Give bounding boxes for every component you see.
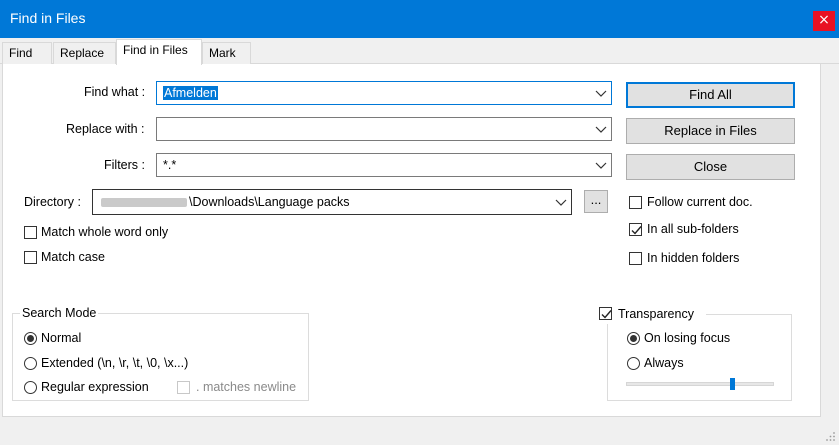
find-what-combobox[interactable]: Afmelden [156, 81, 612, 105]
in-all-subfolders-label: In all sub-folders [647, 222, 739, 236]
in-hidden-folders-checkbox[interactable] [629, 252, 642, 265]
on-losing-focus-label: On losing focus [644, 331, 731, 345]
match-case-checkbox[interactable] [24, 251, 37, 264]
follow-current-doc-checkbox[interactable] [629, 196, 642, 209]
close-window-button[interactable]: × [813, 11, 835, 31]
filters-label: Filters : [104, 158, 145, 172]
directory-label: Directory : [24, 195, 81, 209]
transparency-checkbox[interactable] [599, 307, 612, 320]
search-mode-title: Search Mode [20, 306, 99, 320]
tab-strip: Find Replace Find in Files Mark [0, 38, 839, 65]
match-whole-word-checkbox[interactable] [24, 226, 37, 239]
extended-radio[interactable] [24, 357, 37, 370]
find-what-value: Afmelden [163, 86, 218, 100]
find-what-label: Find what : [84, 85, 146, 99]
browse-directory-button[interactable]: ... [584, 190, 608, 213]
match-whole-word-label: Match whole word only [41, 225, 169, 239]
filters-value: *.* [163, 158, 177, 172]
transparency-header: Transparency [596, 306, 706, 324]
tab-find-in-files[interactable]: Find in Files [116, 39, 202, 65]
resize-grip-icon[interactable] [825, 431, 835, 441]
checkmark-icon [601, 310, 612, 319]
directory-value: \Downloads\Language packs [189, 195, 350, 209]
normal-radio[interactable] [24, 332, 37, 345]
regex-radio[interactable] [24, 381, 37, 394]
redacted-path [101, 198, 187, 207]
radio-dot-icon [27, 335, 34, 342]
replace-with-combobox[interactable] [156, 117, 612, 141]
always-label: Always [644, 356, 684, 370]
matches-newline-label: . matches newline [196, 380, 297, 394]
on-losing-focus-radio[interactable] [627, 332, 640, 345]
tab-replace[interactable]: Replace [53, 42, 116, 64]
always-radio[interactable] [627, 357, 640, 370]
in-all-subfolders-checkbox[interactable] [629, 223, 642, 236]
chevron-down-icon[interactable] [593, 121, 609, 137]
transparency-label: Transparency [618, 307, 694, 321]
normal-label: Normal [41, 331, 82, 345]
replace-with-label: Replace with : [66, 122, 145, 136]
transparency-slider[interactable] [626, 382, 774, 386]
chevron-down-icon[interactable] [593, 157, 609, 173]
title-bar: Find in Files × [0, 0, 839, 38]
directory-combobox[interactable]: \Downloads\Language packs [92, 189, 572, 215]
matches-newline-checkbox[interactable] [177, 381, 190, 394]
find-all-button[interactable]: Find All [626, 82, 795, 108]
transparency-slider-thumb[interactable] [730, 378, 736, 390]
follow-current-doc-label: Follow current doc. [647, 195, 753, 209]
close-icon: × [818, 12, 830, 28]
filters-combobox[interactable]: *.* [156, 153, 612, 177]
checkmark-icon [631, 226, 642, 235]
close-button[interactable]: Close [626, 154, 795, 180]
in-hidden-folders-label: In hidden folders [647, 251, 740, 265]
regex-label: Regular expression [41, 380, 149, 394]
tab-find[interactable]: Find [2, 42, 52, 64]
radio-dot-icon [630, 335, 637, 342]
chevron-down-icon[interactable] [553, 194, 569, 210]
extended-label: Extended (\n, \r, \t, \0, \x...) [41, 356, 189, 370]
chevron-down-icon[interactable] [593, 85, 609, 101]
tab-mark[interactable]: Mark [202, 42, 251, 64]
window-title: Find in Files [10, 10, 86, 26]
replace-in-files-button[interactable]: Replace in Files [626, 118, 795, 144]
match-case-label: Match case [41, 250, 105, 264]
